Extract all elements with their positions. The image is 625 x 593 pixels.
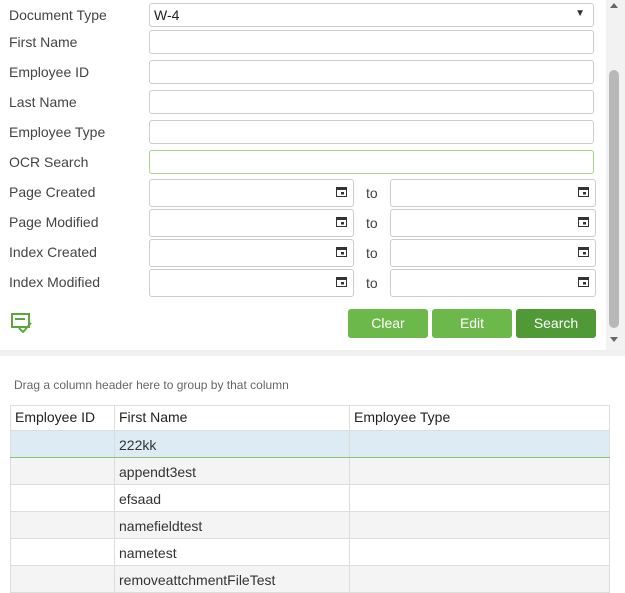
to-label: to — [366, 215, 378, 231]
search-button[interactable]: Search — [516, 309, 596, 338]
calendar-icon[interactable] — [578, 246, 589, 257]
index-modified-from-input[interactable] — [149, 269, 354, 297]
cell-employee-id — [10, 485, 114, 511]
calendar-icon[interactable] — [336, 186, 347, 197]
cell-employee-id — [10, 539, 114, 565]
page-created-label: Page Created — [9, 184, 96, 200]
last-name-input[interactable] — [149, 90, 594, 114]
form-scrollbar[interactable] — [606, 0, 625, 350]
calendar-icon[interactable] — [578, 276, 589, 287]
employee-type-label: Employee Type — [9, 124, 106, 140]
table-row[interactable]: namefieldtest — [10, 512, 610, 539]
row-index-modified: Index Modified to — [0, 269, 600, 297]
cell-employee-id — [10, 566, 114, 592]
row-page-modified: Page Modified to — [0, 209, 600, 237]
index-modified-to-input[interactable] — [390, 269, 596, 297]
group-by-hint: Drag a column header here to group by th… — [14, 378, 289, 392]
table-row[interactable]: efsaad — [10, 485, 610, 512]
results-grid: Employee ID First Name Employee Type 222… — [10, 405, 610, 593]
employee-type-input[interactable] — [149, 120, 594, 144]
calendar-icon[interactable] — [336, 216, 347, 227]
to-label: to — [366, 245, 378, 261]
edit-button[interactable]: Edit — [432, 309, 512, 338]
row-page-created: Page Created to — [0, 179, 600, 207]
table-row[interactable]: 222kk — [10, 431, 610, 458]
cell-employee-id — [10, 458, 114, 484]
grid-header: Employee ID First Name Employee Type — [10, 405, 610, 431]
calendar-icon[interactable] — [578, 186, 589, 197]
cell-first-name: removeattchmentFileTest — [114, 566, 349, 592]
calendar-icon[interactable] — [336, 276, 347, 287]
first-name-input[interactable] — [149, 30, 594, 54]
page-modified-to-input[interactable] — [390, 209, 596, 237]
cell-employee-type — [349, 458, 610, 484]
cell-employee-type — [349, 539, 610, 565]
ocr-search-input[interactable] — [149, 150, 594, 174]
cell-employee-type — [349, 566, 610, 592]
document-type-label: Document Type — [9, 7, 107, 23]
scroll-down-arrow-icon[interactable] — [610, 337, 618, 342]
employee-id-input[interactable] — [149, 60, 594, 84]
cell-first-name: namefieldtest — [114, 512, 349, 538]
document-type-value: W-4 — [154, 7, 180, 23]
row-first-name: First Name — [0, 30, 600, 56]
index-created-from-input[interactable] — [149, 239, 354, 267]
column-header-employee-id[interactable]: Employee ID — [10, 406, 114, 430]
row-employee-id: Employee ID — [0, 60, 600, 86]
document-type-select[interactable]: W-4 ▼ — [149, 3, 594, 27]
employee-id-label: Employee ID — [9, 64, 90, 80]
page-created-to-input[interactable] — [390, 179, 596, 207]
first-name-label: First Name — [9, 34, 78, 50]
page-modified-from-input[interactable] — [149, 209, 354, 237]
row-document-type: Document Type W-4 ▼ — [0, 3, 600, 29]
column-header-employee-type[interactable]: Employee Type — [349, 406, 610, 430]
page-created-from-input[interactable] — [149, 179, 354, 207]
row-ocr-search: OCR Search — [0, 150, 600, 176]
row-index-created: Index Created to — [0, 239, 600, 267]
clear-button[interactable]: Clear — [348, 309, 428, 338]
table-row[interactable]: removeattchmentFileTest — [10, 566, 610, 593]
to-label: to — [366, 275, 378, 291]
search-form: Document Type W-4 ▼ First Name Employee … — [0, 0, 625, 350]
caret-down-icon: ▼ — [575, 8, 585, 19]
index-created-label: Index Created — [9, 244, 97, 260]
cell-employee-type — [349, 485, 610, 511]
cell-first-name: nametest — [114, 539, 349, 565]
table-row[interactable]: appendt3est — [10, 458, 610, 485]
cell-first-name: appendt3est — [114, 458, 349, 484]
panel-divider — [0, 350, 625, 356]
cell-employee-type — [349, 431, 610, 457]
cell-first-name: efsaad — [114, 485, 349, 511]
calendar-icon[interactable] — [336, 246, 347, 257]
scroll-up-arrow-icon[interactable] — [610, 3, 618, 8]
checklist-icon[interactable] — [11, 313, 33, 333]
to-label: to — [366, 185, 378, 201]
table-row[interactable]: nametest — [10, 539, 610, 566]
calendar-icon[interactable] — [578, 216, 589, 227]
column-header-first-name[interactable]: First Name — [114, 406, 349, 430]
index-created-to-input[interactable] — [390, 239, 596, 267]
page-modified-label: Page Modified — [9, 214, 99, 230]
row-employee-type: Employee Type — [0, 120, 600, 146]
cell-employee-type — [349, 512, 610, 538]
scrollbar-thumb[interactable] — [609, 70, 619, 328]
last-name-label: Last Name — [9, 94, 77, 110]
index-modified-label: Index Modified — [9, 274, 101, 290]
cell-employee-id — [10, 431, 114, 457]
cell-first-name: 222kk — [114, 431, 349, 457]
cell-employee-id — [10, 512, 114, 538]
row-last-name: Last Name — [0, 90, 600, 116]
ocr-search-label: OCR Search — [9, 154, 89, 170]
